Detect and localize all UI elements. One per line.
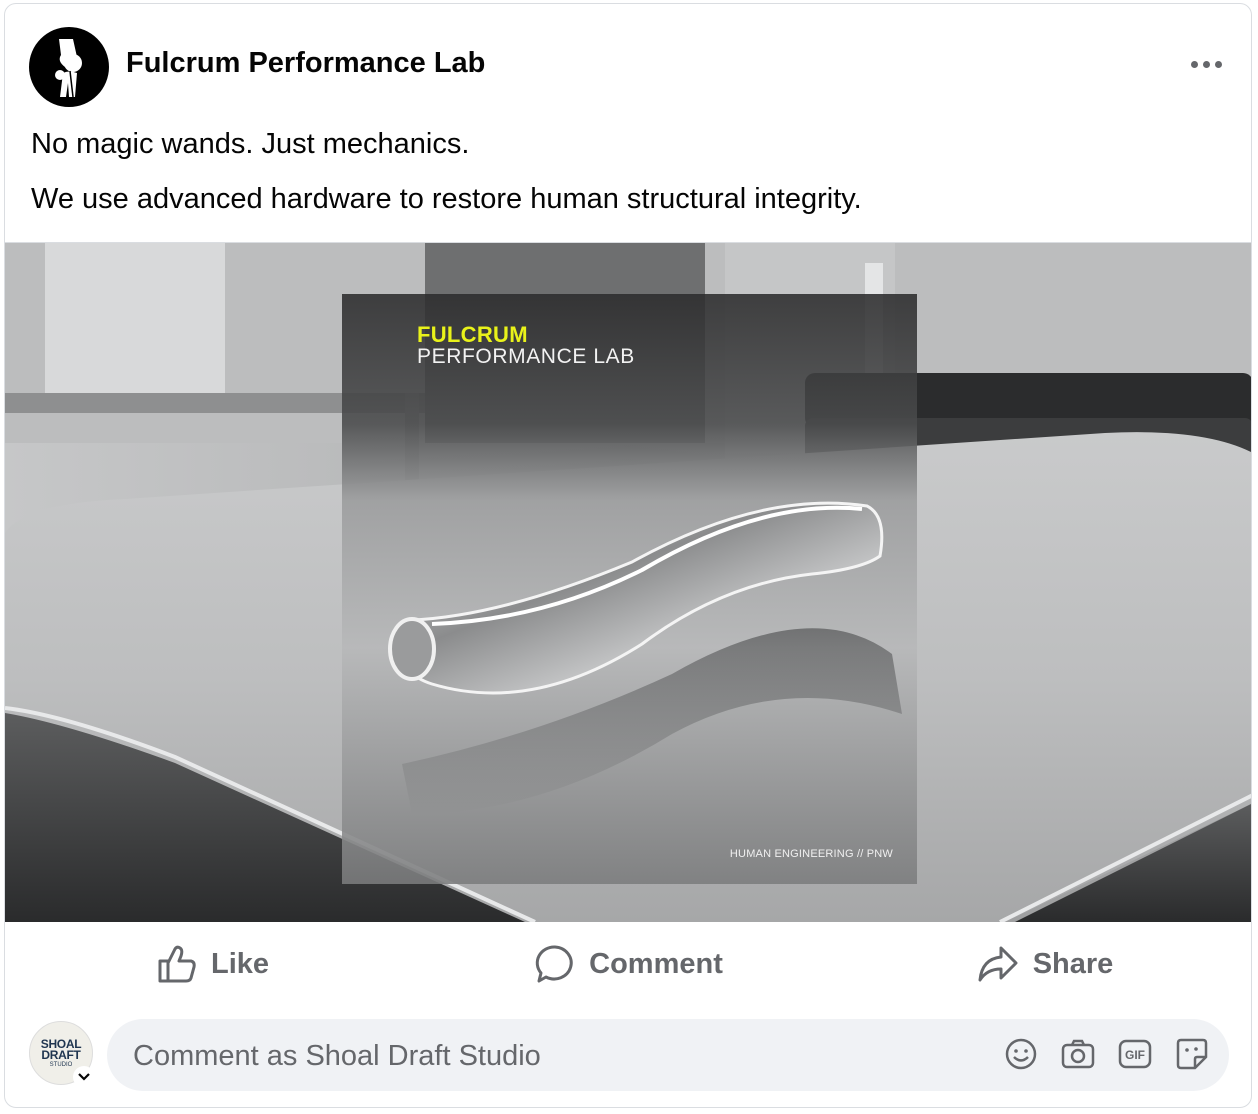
comment-button[interactable]: Comment [421, 922, 837, 1006]
commenter-avatar-text: SHOAL DRAFT [30, 1038, 92, 1062]
like-button[interactable]: Like [5, 922, 421, 1006]
share-button[interactable]: Share [837, 922, 1251, 1006]
emoji-icon[interactable] [1004, 1037, 1038, 1071]
brand-card: FULCRUM PERFORMANCE LAB HUMAN ENGINEERIN… [342, 294, 917, 884]
camera-icon[interactable] [1061, 1037, 1095, 1071]
brand-name-bottom: PERFORMANCE LAB [417, 345, 635, 368]
more-options-icon[interactable] [1183, 44, 1229, 84]
comment-composer: GIF [107, 1019, 1229, 1093]
knee-joint-icon [55, 39, 82, 98]
chevron-down-icon[interactable] [73, 1066, 95, 1088]
thumbs-up-icon [158, 945, 196, 983]
svg-text:GIF: GIF [1125, 1048, 1145, 1062]
instrument-artwork [342, 294, 917, 884]
like-label: Like [210, 947, 270, 980]
share-arrow-icon [978, 946, 1018, 982]
post-image[interactable]: FULCRUM PERFORMANCE LAB HUMAN ENGINEERIN… [5, 242, 1251, 922]
comment-bubble-icon [535, 945, 573, 983]
post-text-line-2: We use advanced hardware to restore huma… [31, 183, 862, 215]
comment-input[interactable] [131, 1019, 955, 1093]
sticker-icon[interactable] [1175, 1037, 1209, 1071]
post-text-line-1: No magic wands. Just mechanics. [31, 128, 470, 160]
post-card: Fulcrum Performance Lab No magic wands. … [4, 3, 1252, 1108]
share-label: Share [1032, 947, 1114, 980]
composer-icons: GIF [1004, 1037, 1209, 1071]
page-name[interactable]: Fulcrum Performance Lab [126, 47, 485, 80]
brand-tagline: HUMAN ENGINEERING // PNW [729, 848, 893, 860]
gif-icon[interactable]: GIF [1118, 1037, 1152, 1071]
page-avatar[interactable] [29, 27, 109, 107]
post-actions: Like Comment Share [5, 922, 1251, 1006]
comment-label: Comment [589, 947, 723, 980]
avatar-line-2: DRAFT [41, 1048, 81, 1062]
